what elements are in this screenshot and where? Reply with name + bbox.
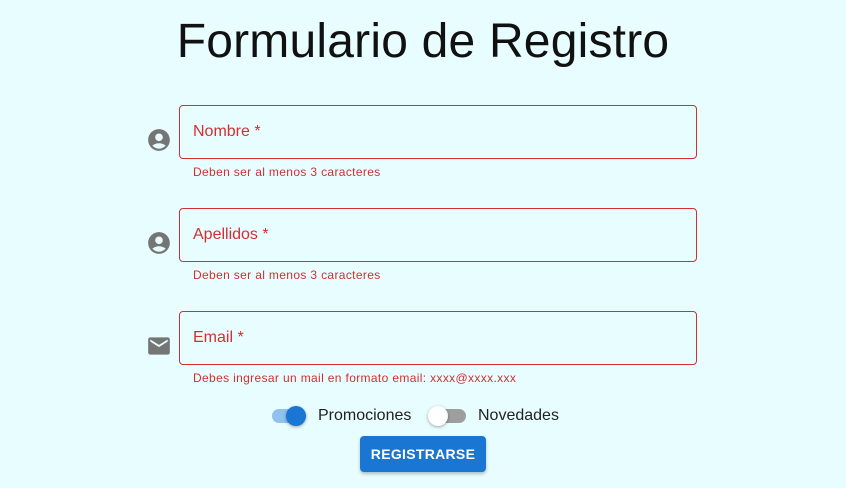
field-row-nombre: Nombre * Deben ser al menos 3 caracteres	[146, 105, 706, 185]
novedades-label[interactable]: Novedades	[478, 407, 559, 425]
apellidos-field[interactable]: Apellidos *	[179, 208, 700, 263]
switch-thumb[interactable]	[428, 406, 448, 426]
field-row-email: Email * Debes ingresar un mail en format…	[146, 311, 706, 391]
email-helper-text: Debes ingresar un mail en formato email:…	[193, 371, 517, 385]
nombre-input[interactable]	[180, 106, 700, 160]
account-circle-icon	[146, 230, 172, 256]
novedades-switch[interactable]	[428, 403, 468, 429]
registration-page: Formulario de Registro Nombre * Deben se…	[0, 0, 846, 488]
apellidos-input[interactable]	[180, 209, 700, 263]
apellidos-helper-text: Deben ser al menos 3 caracteres	[193, 268, 381, 282]
page-title: Formulario de Registro	[176, 15, 670, 68]
email-icon	[146, 333, 172, 359]
switch-thumb[interactable]	[286, 406, 306, 426]
promociones-label[interactable]: Promociones	[318, 407, 411, 425]
registrarse-button[interactable]: REGISTRARSE	[360, 436, 486, 472]
nombre-field[interactable]: Nombre *	[179, 105, 700, 160]
email-field[interactable]: Email *	[179, 311, 700, 366]
nombre-helper-text: Deben ser al menos 3 caracteres	[193, 165, 381, 179]
email-input[interactable]	[180, 312, 700, 366]
account-circle-icon	[146, 127, 172, 153]
switch-row: Promociones Novedades	[0, 403, 846, 431]
field-row-apellidos: Apellidos * Deben ser al menos 3 caracte…	[146, 208, 706, 288]
promociones-switch[interactable]	[268, 403, 308, 429]
